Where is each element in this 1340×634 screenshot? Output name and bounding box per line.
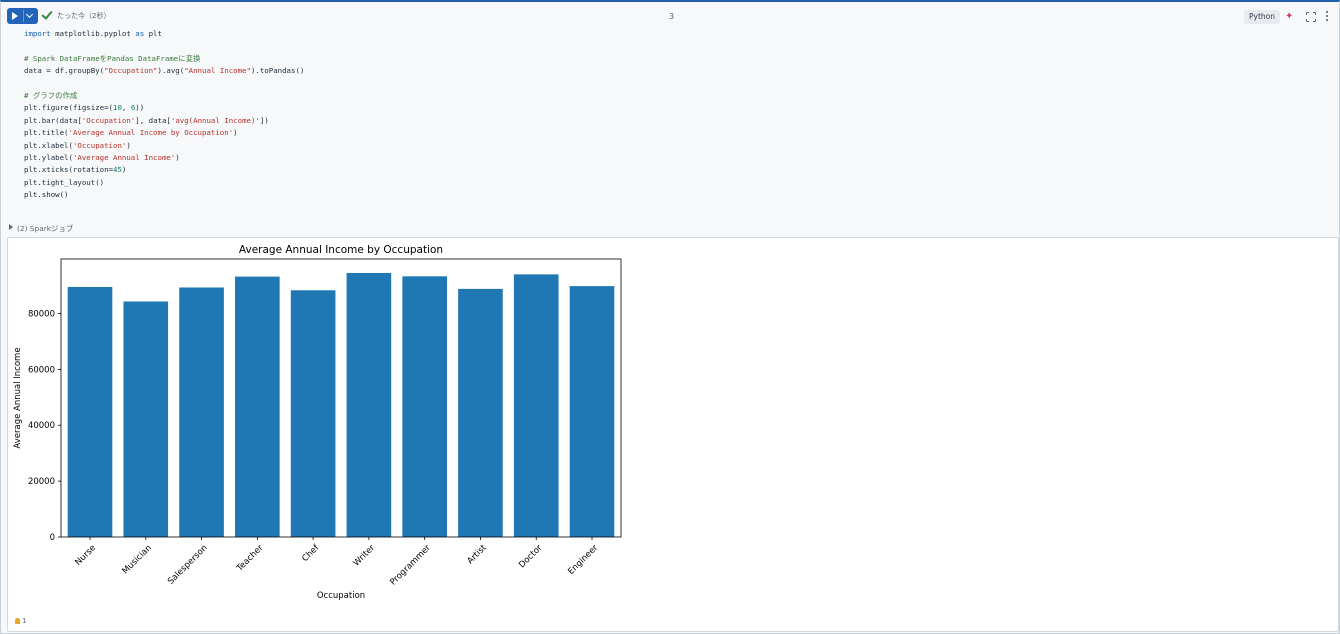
notebook-cell: たった今（2秒） 3 Python ✦ import matplotlib.py…: [0, 0, 1340, 634]
cell-output: Nurse Musician Salesperson Teacher Chef Write…: [7, 237, 1339, 632]
language-badge[interactable]: Python: [1244, 10, 1280, 24]
code-line: # グラフの作成: [24, 90, 78, 100]
bar-chart: Nurse Musician Salesperson Teacher Chef Write…: [13, 244, 622, 601]
check-icon: [41, 8, 53, 20]
bar-artist: [458, 288, 503, 537]
chart-title: Average Annual Income by Occupation: [239, 244, 443, 256]
y-tick-label: 40000: [28, 421, 55, 431]
play-icon: [12, 12, 18, 20]
bar-salesperson: [179, 287, 224, 537]
assistant-sparkle-icon[interactable]: ✦: [1285, 12, 1295, 22]
spark-jobs-toggle[interactable]: (2) Sparkジョブ: [9, 223, 73, 234]
x-tick-label: Musician: [121, 543, 154, 576]
x-tick-label: Engineer: [566, 543, 600, 577]
y-axis-label: Average Annual Income: [13, 347, 23, 448]
bar-chef: [290, 290, 336, 537]
lightbulb-icon: [15, 618, 20, 624]
spark-jobs-label: (2) Sparkジョブ: [17, 224, 74, 233]
caret-right-icon: [9, 224, 13, 230]
code-line: plt.tight_layout(): [24, 177, 105, 187]
x-tick-label: Chef: [300, 542, 322, 564]
run-status-text: たった今（2秒）: [57, 12, 111, 20]
bar-teacher: [235, 276, 280, 537]
bar-programmer: [402, 276, 447, 537]
code-line: import matplotlib.pyplot as plt: [24, 29, 162, 38]
x-tick-label: Nurse: [73, 543, 98, 568]
x-tick-label: Programmer: [388, 543, 433, 588]
code-editor[interactable]: import matplotlib.pyplot as plt # Spark …: [24, 28, 304, 201]
bar-musician: [123, 301, 169, 537]
bar-engineer: [569, 286, 615, 537]
y-tick-label: 0: [50, 533, 55, 543]
x-tick-label: Salesperson: [166, 543, 210, 587]
code-line: data = df.groupBy("Occupation").avg("Ann…: [24, 66, 305, 76]
code-line: plt.xticks(rotation=45): [24, 165, 127, 175]
code-line: plt.xlabel('Occupation'): [24, 140, 131, 150]
code-line: # Spark DataFrameをPandas DataFrameに変換: [24, 53, 201, 63]
code-line: plt.ylabel('Average Annual Income'): [24, 152, 180, 162]
lightbulb-indicator[interactable]: 1: [15, 617, 26, 625]
code-line: plt.bar(data['Occupation'], data['avg(An…: [24, 115, 269, 125]
more-options-icon[interactable]: [1326, 11, 1329, 23]
code-line: plt.title('Average Annual Income by Occu…: [24, 128, 238, 138]
x-tick-label: Writer: [352, 543, 378, 569]
fullscreen-icon[interactable]: [1305, 11, 1317, 23]
code-line: plt.show(): [24, 190, 69, 200]
y-tick-label: 80000: [28, 309, 55, 319]
y-tick-label: 60000: [28, 365, 55, 375]
bar-nurse: [67, 286, 113, 537]
bar-doctor: [513, 274, 559, 537]
x-axis-label: Occupation: [317, 591, 365, 601]
y-tick-label: 20000: [28, 477, 55, 487]
x-tick-label: Doctor: [517, 543, 545, 571]
x-tick-label: Teacher: [234, 543, 265, 574]
code-line: plt.figure(figsize=(10, 6)): [24, 103, 145, 113]
lightbulb-count: 1: [22, 617, 27, 625]
cell-number: 3: [669, 12, 675, 21]
bar-writer: [346, 272, 392, 537]
run-cell-button[interactable]: [7, 8, 38, 24]
chevron-down-icon[interactable]: [25, 10, 34, 19]
x-tick-label: Artist: [465, 543, 489, 567]
